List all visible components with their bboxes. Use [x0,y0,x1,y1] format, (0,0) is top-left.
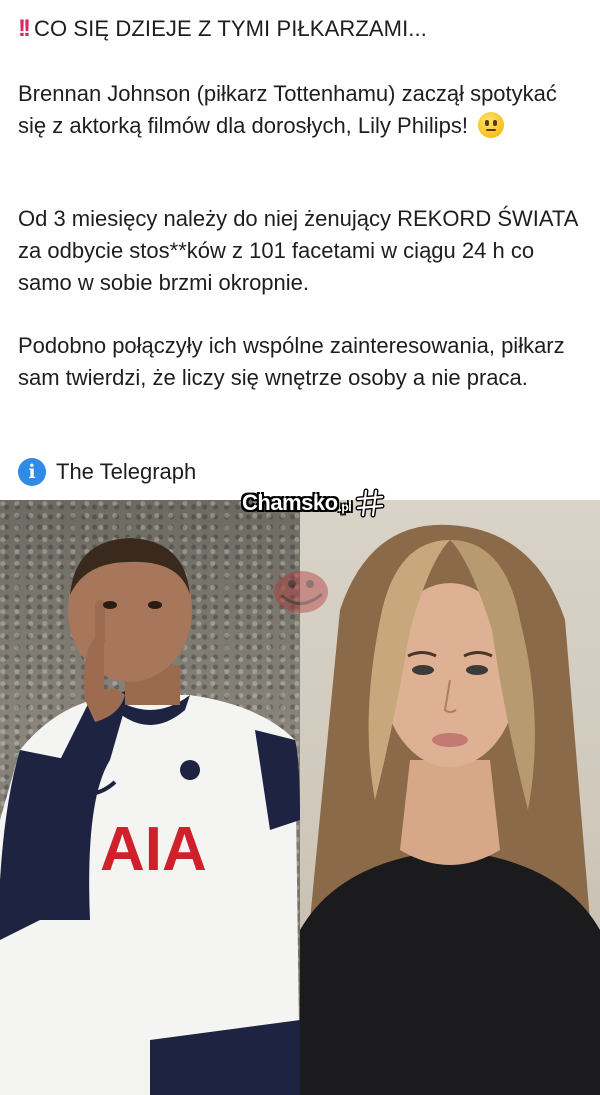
post-title: !! CO SIĘ DZIEJE Z TYMI PIŁKARZAMI... [18,14,584,44]
chamsko-watermark: Chamsko .pl [242,488,385,518]
woman-illustration [300,524,600,1095]
hash-logo-icon [355,488,385,518]
post-paragraph-3: Podobno połączyły ich wspólne zaintereso… [18,333,565,390]
footballer-photo: AIA [0,500,300,1095]
post-source: i The Telegraph [18,456,196,488]
watermark-tld: .pl [338,500,352,514]
post-card: !! CO SIĘ DZIEJE Z TYMI PIŁKARZAMI... Br… [0,0,600,1095]
neutral-face-emoji [478,112,505,138]
source-text: The Telegraph [56,459,197,484]
woman-photo [300,500,600,1095]
footballer-illustration: AIA [0,538,300,1095]
double-exclamation-icon: !! [18,15,31,42]
info-icon: i [18,458,46,486]
troll-face-icon [274,571,328,613]
post-title-text: CO SIĘ DZIEJE Z TYMI PIŁKARZAMI... [33,16,427,41]
paragraph-1-text: Brennan Johnson (piłkarz Tottenhamu) zac… [18,81,557,138]
post-paragraph-2: Od 3 miesięcy należy do niej żenujący RE… [18,206,578,295]
post-paragraph-1: Brennan Johnson (piłkarz Tottenhamu) zac… [18,78,584,142]
shirt-sponsor-text: AIA [100,815,207,884]
watermark-text: Chamsko [242,490,338,515]
